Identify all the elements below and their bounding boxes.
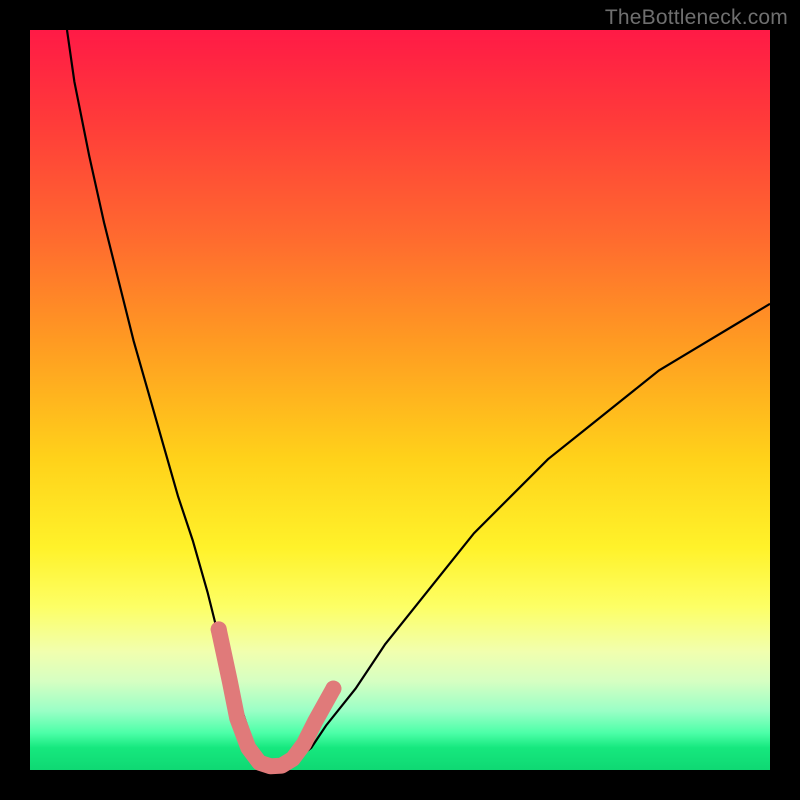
bottleneck-curve [67, 30, 770, 766]
watermark-text: TheBottleneck.com [605, 6, 788, 30]
marker-group [211, 621, 342, 766]
marker-dot-left [211, 621, 227, 637]
chart-frame: TheBottleneck.com [0, 0, 800, 800]
marker-dot-right [325, 681, 341, 697]
chart-svg [30, 30, 770, 770]
marker-trough-stroke [219, 629, 334, 766]
plot-area [30, 30, 770, 770]
